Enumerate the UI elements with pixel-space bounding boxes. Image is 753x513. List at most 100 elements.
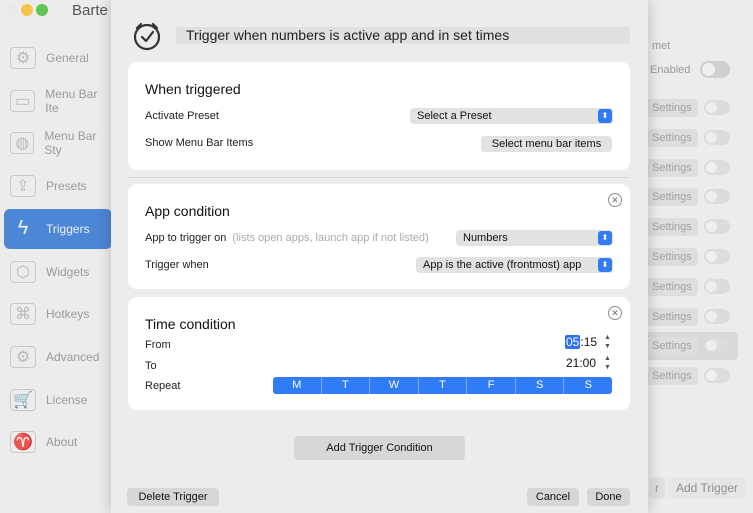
sidebar-item-menu-bar-ite[interactable]: ▭ Menu Bar Ite xyxy=(4,81,112,121)
day-toggle-6[interactable]: S xyxy=(564,377,612,394)
add-trigger-condition-button[interactable]: Add Trigger Condition xyxy=(294,436,465,460)
palette-icon: ◍ xyxy=(10,132,35,155)
trigger-enabled-toggle[interactable] xyxy=(704,159,730,175)
day-toggle-2[interactable]: W xyxy=(370,377,419,394)
trigger-enabled-toggle[interactable] xyxy=(704,129,730,145)
repeat-days-segmented-control: MTWTFSS xyxy=(273,377,612,394)
settings-button[interactable]: Settings xyxy=(646,307,698,326)
sidebar-item-menu-bar-sty[interactable]: ◍ Menu Bar Sty xyxy=(4,123,112,163)
trigger-enabled-toggle[interactable] xyxy=(704,278,730,294)
to-label: To xyxy=(145,360,157,372)
trigger-row[interactable]: Settings xyxy=(640,333,737,359)
sidebar-item-label: Hotkeys xyxy=(46,307,90,322)
cart-icon: 🛒 xyxy=(10,388,36,411)
from-hour-segment[interactable]: 05 xyxy=(565,335,581,349)
trigger-row[interactable]: Settings xyxy=(640,214,737,240)
settings-button[interactable]: Settings xyxy=(646,188,698,207)
sidebar-item-triggers[interactable]: ϟ Triggers xyxy=(4,208,112,249)
app-popup[interactable]: Numbers ⬍ xyxy=(456,230,613,246)
popup-chevrons-icon: ⬍ xyxy=(598,258,612,272)
sidebar-item-hotkeys[interactable]: ⌘ Hotkeys xyxy=(4,294,112,334)
from-time-field[interactable]: 05:15 xyxy=(565,334,597,350)
settings-button[interactable]: Settings xyxy=(646,277,698,296)
trigger-enabled-toggle[interactable] xyxy=(704,100,730,115)
sidebar-item-label: Menu Bar Ite xyxy=(45,86,98,115)
stepper-down-icon[interactable]: ▼ xyxy=(604,343,611,350)
day-toggle-5[interactable]: S xyxy=(516,377,565,394)
settings-button[interactable]: Settings xyxy=(646,248,698,266)
sidebar-item-license[interactable]: 🛒 License xyxy=(4,380,112,420)
from-time-stepper[interactable]: ▲ ▼ xyxy=(603,334,612,350)
minimize-window-button[interactable] xyxy=(21,4,33,16)
presets-icon: ⇪ xyxy=(10,175,36,198)
stepper-up-icon[interactable]: ▲ xyxy=(604,334,611,341)
cancel-button[interactable]: Cancel xyxy=(527,488,579,506)
trigger-editor-sheet: Trigger when numbers is active app and i… xyxy=(111,0,648,513)
trigger-when-label: Trigger when xyxy=(145,259,209,271)
select-menu-bar-items-button[interactable]: Select menu bar items xyxy=(481,136,612,152)
app-to-trigger-label: App to trigger on (lists open apps, laun… xyxy=(145,232,429,244)
sidebar-item-advanced[interactable]: ⚙ Advanced xyxy=(4,337,112,377)
trigger-row[interactable]: Settings xyxy=(640,95,737,121)
sidebar-item-general[interactable]: ⚙ General xyxy=(4,38,112,78)
settings-button[interactable]: Settings xyxy=(646,99,698,117)
partial-button[interactable]: r xyxy=(649,477,665,499)
about-icon: ♈ xyxy=(10,431,36,454)
sidebar-item-label: Presets xyxy=(46,179,87,194)
app-to-trigger-text: App to trigger on xyxy=(145,232,227,244)
enabled-toggle[interactable] xyxy=(700,61,730,78)
settings-button[interactable]: Settings xyxy=(646,158,698,177)
trigger-row[interactable]: Settings xyxy=(640,244,737,270)
zoom-window-button[interactable] xyxy=(36,4,48,16)
sidebar-item-about[interactable]: ♈ About xyxy=(4,422,112,462)
activate-preset-label: Activate Preset xyxy=(145,110,219,122)
close-window-button[interactable] xyxy=(6,4,18,16)
add-trigger-button[interactable]: Add Trigger xyxy=(668,477,747,499)
to-time-stepper[interactable]: ▲ ▼ xyxy=(603,355,612,371)
trigger-when-popup[interactable]: App is the active (frontmost) app ⬍ xyxy=(416,257,613,273)
trigger-row[interactable]: Settings xyxy=(640,155,737,181)
trigger-row[interactable]: Settings xyxy=(640,304,737,330)
stepper-up-icon[interactable]: ▲ xyxy=(604,355,611,362)
trigger-enabled-toggle[interactable] xyxy=(704,308,730,324)
app-title: Barte xyxy=(72,2,108,19)
sidebar-item-widgets[interactable]: ⬡ Widgets xyxy=(4,252,112,292)
sidebar-item-label: License xyxy=(46,392,88,407)
app-popup-value: Numbers xyxy=(463,232,508,244)
preset-popup[interactable]: Select a Preset ⬍ xyxy=(410,108,613,124)
stepper-down-icon[interactable]: ▼ xyxy=(604,364,611,371)
settings-button[interactable]: Settings xyxy=(646,128,698,147)
gear-icon: ⚙ xyxy=(10,47,36,69)
delete-trigger-button[interactable]: Delete Trigger xyxy=(127,488,219,506)
day-toggle-0[interactable]: M xyxy=(273,377,322,394)
sidebar-item-label: Widgets xyxy=(46,264,90,279)
trigger-row[interactable]: Settings xyxy=(640,184,737,210)
remove-app-condition-icon[interactable]: ✕ xyxy=(608,193,622,207)
trigger-enabled-toggle[interactable] xyxy=(704,249,730,264)
trigger-enabled-toggle[interactable] xyxy=(704,219,730,235)
from-minute-segment[interactable]: :15 xyxy=(580,335,597,349)
settings-button[interactable]: Settings xyxy=(646,218,698,237)
day-toggle-4[interactable]: F xyxy=(467,377,516,394)
trigger-name-field[interactable]: Trigger when numbers is active app and i… xyxy=(176,27,630,44)
trigger-row[interactable]: Settings xyxy=(640,125,737,151)
day-toggle-1[interactable]: T xyxy=(322,377,371,394)
card-title: When triggered xyxy=(145,81,241,97)
menu-bar-items-icon: ▭ xyxy=(10,89,36,112)
done-button[interactable]: Done xyxy=(587,488,630,506)
sidebar-item-presets[interactable]: ⇪ Presets xyxy=(4,166,112,206)
preset-popup-value: Select a Preset xyxy=(417,110,492,122)
trigger-enabled-toggle[interactable] xyxy=(704,338,730,354)
trigger-row[interactable]: Settings xyxy=(640,363,737,389)
settings-button[interactable]: Settings xyxy=(646,337,698,356)
card-title: Time condition xyxy=(145,316,236,332)
from-label: From xyxy=(145,339,171,351)
to-time-field[interactable]: 21:00 xyxy=(566,355,596,371)
trigger-enabled-toggle[interactable] xyxy=(704,189,730,205)
trigger-enabled-toggle[interactable] xyxy=(704,368,730,384)
settings-button[interactable]: Settings xyxy=(646,367,698,386)
remove-time-condition-icon[interactable]: ✕ xyxy=(608,306,622,320)
day-toggle-3[interactable]: T xyxy=(419,377,468,394)
trigger-row[interactable]: Settings xyxy=(640,274,737,300)
advanced-gears-icon: ⚙ xyxy=(10,345,36,368)
